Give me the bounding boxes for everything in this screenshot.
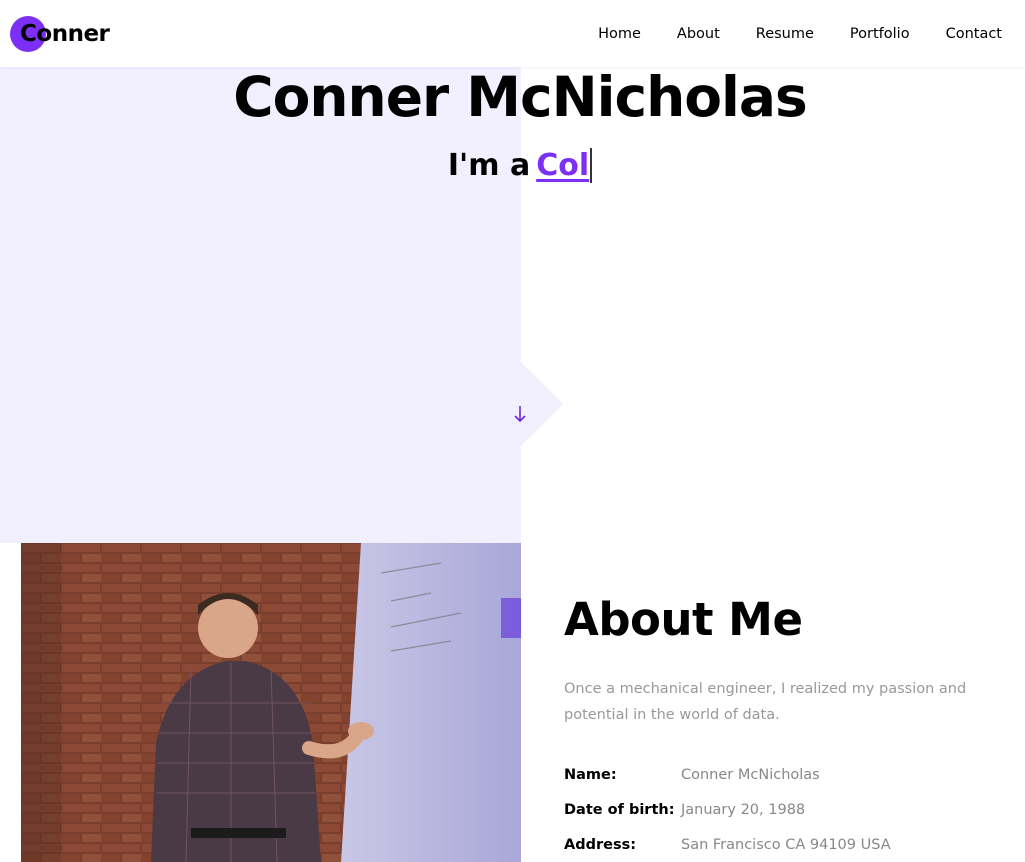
- profile-photo: [21, 543, 521, 862]
- hero-name: Conner McNicholas: [233, 65, 808, 129]
- nav-link-resume[interactable]: Resume: [756, 26, 814, 42]
- nav-link-home[interactable]: Home: [598, 26, 641, 42]
- nav-link-portfolio[interactable]: Portfolio: [850, 26, 910, 42]
- info-label: Address:: [564, 837, 637, 853]
- info-value: San Francisco CA 94109 USA: [681, 837, 891, 853]
- info-value: January 20, 1988: [681, 802, 806, 818]
- navbar: Conner Home About Resume Portfolio Conta…: [0, 0, 1025, 67]
- nav-link-about[interactable]: About: [677, 26, 720, 42]
- hero-subtitle: I'm a Col: [0, 146, 1025, 186]
- about-title: About Me: [564, 593, 803, 646]
- nav-link-contact[interactable]: Contact: [946, 26, 1002, 42]
- about-description: Once a mechanical engineer, I realized m…: [564, 681, 967, 723]
- info-label: Name:: [564, 767, 617, 783]
- hero-subtitle-lead: I'm a: [447, 148, 531, 183]
- page: Conner McNicholas I'm a Col Conner Home A…: [0, 0, 1025, 862]
- profile-photo-image: [21, 543, 521, 862]
- logo-word: onner: [36, 21, 110, 47]
- logo-letter: C: [20, 21, 37, 47]
- info-label: Date of birth:: [564, 802, 675, 818]
- nav-links: Home About Resume Portfolio Contact: [562, 0, 1002, 67]
- arrow-down-icon[interactable]: [507, 404, 533, 430]
- logo-text: Conner: [20, 18, 110, 50]
- info-value: Conner McNicholas: [681, 767, 820, 783]
- hero-typed-text: Col: [536, 148, 593, 183]
